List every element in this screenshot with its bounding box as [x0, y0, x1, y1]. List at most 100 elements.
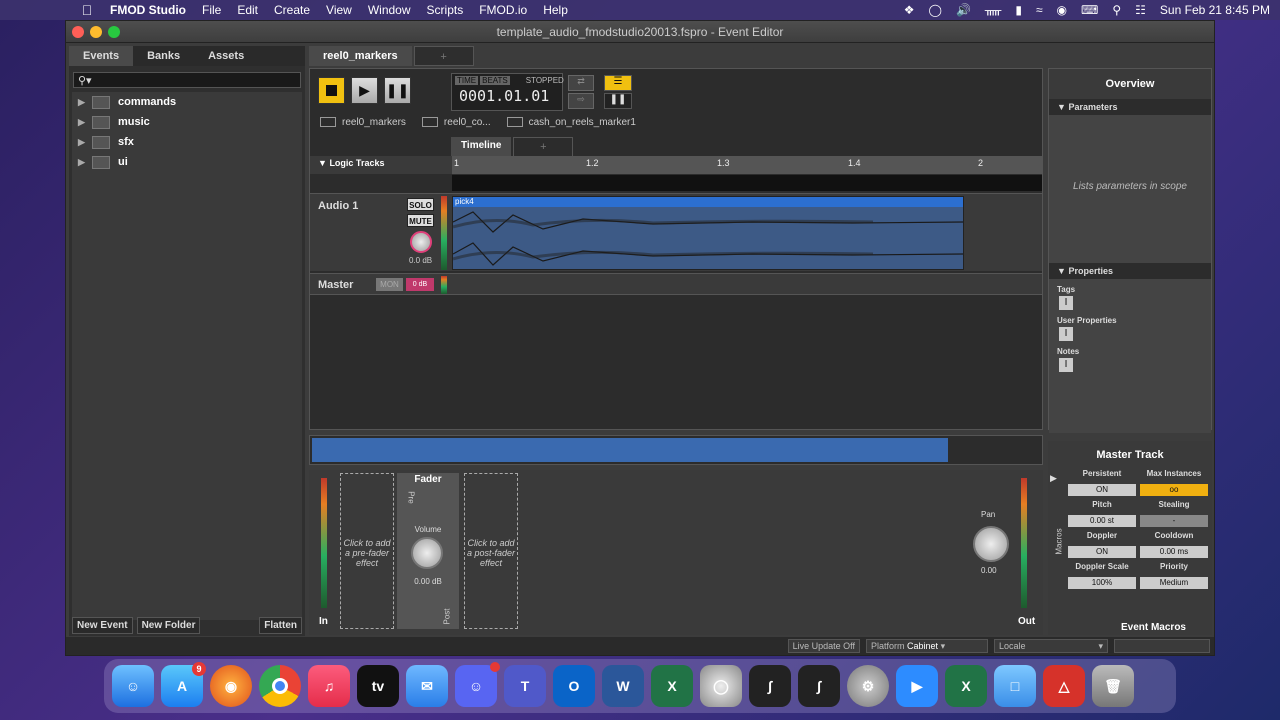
clock[interactable]: Sun Feb 21 8:45 PM	[1160, 3, 1270, 17]
pan-knob[interactable]	[973, 526, 1009, 562]
breadcrumb-item[interactable]: reel0_co...	[421, 117, 491, 128]
solo-button[interactable]: SOLO	[407, 198, 434, 211]
excel-icon[interactable]: X	[651, 665, 693, 707]
keyboard-icon[interactable]: ⌨	[1081, 3, 1098, 17]
locale-dropdown[interactable]: Locale ▾	[994, 639, 1108, 653]
menu-app-name[interactable]: FMOD Studio	[102, 3, 194, 17]
add-tab-button[interactable]: +	[413, 46, 474, 66]
collapse-arrow-icon[interactable]: ▼	[1057, 102, 1066, 112]
persistent-toggle[interactable]: ON	[1068, 484, 1136, 496]
minimize-window-icon[interactable]	[90, 26, 102, 38]
app-store-icon[interactable]: A9	[161, 662, 206, 707]
bluetooth-icon[interactable]: ᚅ	[985, 3, 1001, 17]
chrome-icon[interactable]	[259, 665, 301, 707]
follow-icon[interactable]: ⇨	[568, 93, 594, 109]
discord-icon[interactable]: ☺	[455, 662, 500, 707]
audio-region[interactable]: pick4	[452, 196, 964, 270]
new-folder-button[interactable]: New Folder	[136, 616, 201, 634]
track-name[interactable]: Audio 1	[318, 200, 358, 212]
track-volume-knob[interactable]	[410, 231, 432, 253]
list-item[interactable]: ▶ music	[72, 112, 302, 132]
word-icon[interactable]: W	[602, 665, 644, 707]
tab-event[interactable]: reel0_markers	[309, 46, 412, 66]
scroll-thumb[interactable]	[312, 438, 948, 462]
disclosure-arrow-icon[interactable]: ▶	[78, 157, 92, 168]
tab-banks[interactable]: Banks	[133, 46, 194, 66]
menu-create[interactable]: Create	[266, 3, 318, 17]
downloads-folder-icon[interactable]: □	[994, 665, 1036, 707]
cooldown-field[interactable]: 0.00 ms	[1140, 546, 1208, 558]
max-instances-field[interactable]: oo	[1140, 484, 1208, 496]
menu-view[interactable]: View	[318, 3, 360, 17]
stealing-dropdown[interactable]: -	[1140, 515, 1208, 527]
logic-tracks-label[interactable]: ▼ Logic Tracks	[318, 158, 384, 168]
disclosure-arrow-icon[interactable]: ▶	[78, 137, 92, 148]
platform-dropdown[interactable]: Platform Cabinet ▾	[866, 639, 988, 653]
post-fader-slot[interactable]: Click to add a post-fader effect	[464, 473, 518, 629]
fader-volume-knob[interactable]	[411, 537, 443, 569]
zoom-icon[interactable]: ▶	[896, 665, 938, 707]
menu-file[interactable]: File	[194, 3, 229, 17]
music-icon[interactable]: ♫	[308, 665, 350, 707]
list-view-icon[interactable]: ☰	[604, 75, 632, 91]
search-input[interactable]: ⚲▾	[73, 72, 301, 88]
doppler-scale-field[interactable]: 100%	[1068, 577, 1136, 589]
logic-track-lane[interactable]	[452, 175, 1042, 191]
apple-icon[interactable]: 	[72, 2, 102, 18]
disclosure-arrow-icon[interactable]: ▶	[78, 97, 92, 108]
list-item[interactable]: ▶ sfx	[72, 132, 302, 152]
live-update-button[interactable]: Live Update Off	[787, 639, 860, 653]
beats-mode-button[interactable]: BEATS	[480, 76, 510, 85]
user-icon[interactable]: ◉	[1057, 3, 1067, 17]
mon-button[interactable]: MON	[376, 278, 403, 291]
excel-recent-icon[interactable]: X	[945, 665, 987, 707]
tab-timeline[interactable]: Timeline	[451, 137, 512, 157]
parameters-section[interactable]: ▼ Parameters	[1049, 99, 1211, 115]
tab-assets[interactable]: Assets	[194, 46, 258, 66]
menu-help[interactable]: Help	[535, 3, 576, 17]
battery-icon[interactable]: ▮	[1015, 3, 1022, 17]
creative-cloud-icon[interactable]: ◯	[929, 3, 942, 17]
pause-button[interactable]: ❚❚	[384, 77, 411, 104]
mail-icon[interactable]: ✉	[406, 665, 448, 707]
properties-section[interactable]: ▼ Properties	[1049, 263, 1211, 279]
mute-button[interactable]: MUTE	[407, 214, 434, 227]
list-item[interactable]: ▶ commands	[72, 92, 302, 112]
fmod-studio-icon[interactable]: ∫	[749, 665, 791, 707]
play-button[interactable]: ▶	[351, 77, 378, 104]
trash-icon[interactable]: 🗑	[1092, 665, 1134, 707]
flatten-button[interactable]: Flatten	[259, 616, 302, 634]
collapse-arrow-icon[interactable]: ▼	[318, 158, 327, 168]
finder-icon[interactable]: ☺	[112, 665, 154, 707]
menu-fmodio[interactable]: FMOD.io	[471, 3, 535, 17]
list-item[interactable]: ▶ ui	[72, 152, 302, 172]
spotlight-search-icon[interactable]: ⚲	[1112, 3, 1121, 17]
close-window-icon[interactable]	[72, 26, 84, 38]
add-parameter-tab-button[interactable]: +	[513, 137, 574, 157]
macros-expand-arrow-icon[interactable]: ▶	[1050, 473, 1057, 484]
menu-scripts[interactable]: Scripts	[419, 3, 472, 17]
menu-window[interactable]: Window	[360, 3, 419, 17]
fader-panel[interactable]: Fader Pre Volume 0.00 dB Post	[397, 473, 459, 629]
timeline-ruler[interactable]: 1 1.2 1.3 1.4 2	[452, 156, 1042, 174]
wifi-icon[interactable]: ≈	[1036, 3, 1043, 17]
doppler-toggle[interactable]: ON	[1068, 546, 1136, 558]
zoom-window-icon[interactable]	[108, 26, 120, 38]
loop-icon[interactable]: ⇄	[568, 75, 594, 91]
master-volume-fader[interactable]: 0 dB	[406, 278, 434, 291]
new-event-button[interactable]: New Event	[72, 616, 133, 634]
priority-field[interactable]: Medium	[1140, 577, 1208, 589]
volume-icon[interactable]: 🔊	[956, 3, 971, 17]
apple-tv-icon[interactable]: tv	[357, 665, 399, 707]
acrobat-icon[interactable]: △	[1043, 665, 1085, 707]
collapse-arrow-icon[interactable]: ▼	[1057, 266, 1066, 276]
menu-edit[interactable]: Edit	[229, 3, 266, 17]
pre-fader-slot[interactable]: Click to add a pre-fader effect	[340, 473, 394, 629]
sustain-pause-icon[interactable]: ❚❚	[604, 93, 632, 109]
tags-text-icon[interactable]: I	[1059, 296, 1073, 310]
user-properties-text-icon[interactable]: I	[1059, 327, 1073, 341]
breadcrumb-item[interactable]: reel0_markers	[320, 117, 406, 128]
master-track-row[interactable]: Master MON 0 dB	[310, 273, 1042, 295]
timeline-scrollbar[interactable]	[309, 435, 1043, 465]
pitch-field[interactable]: 0.00 st	[1068, 515, 1136, 527]
